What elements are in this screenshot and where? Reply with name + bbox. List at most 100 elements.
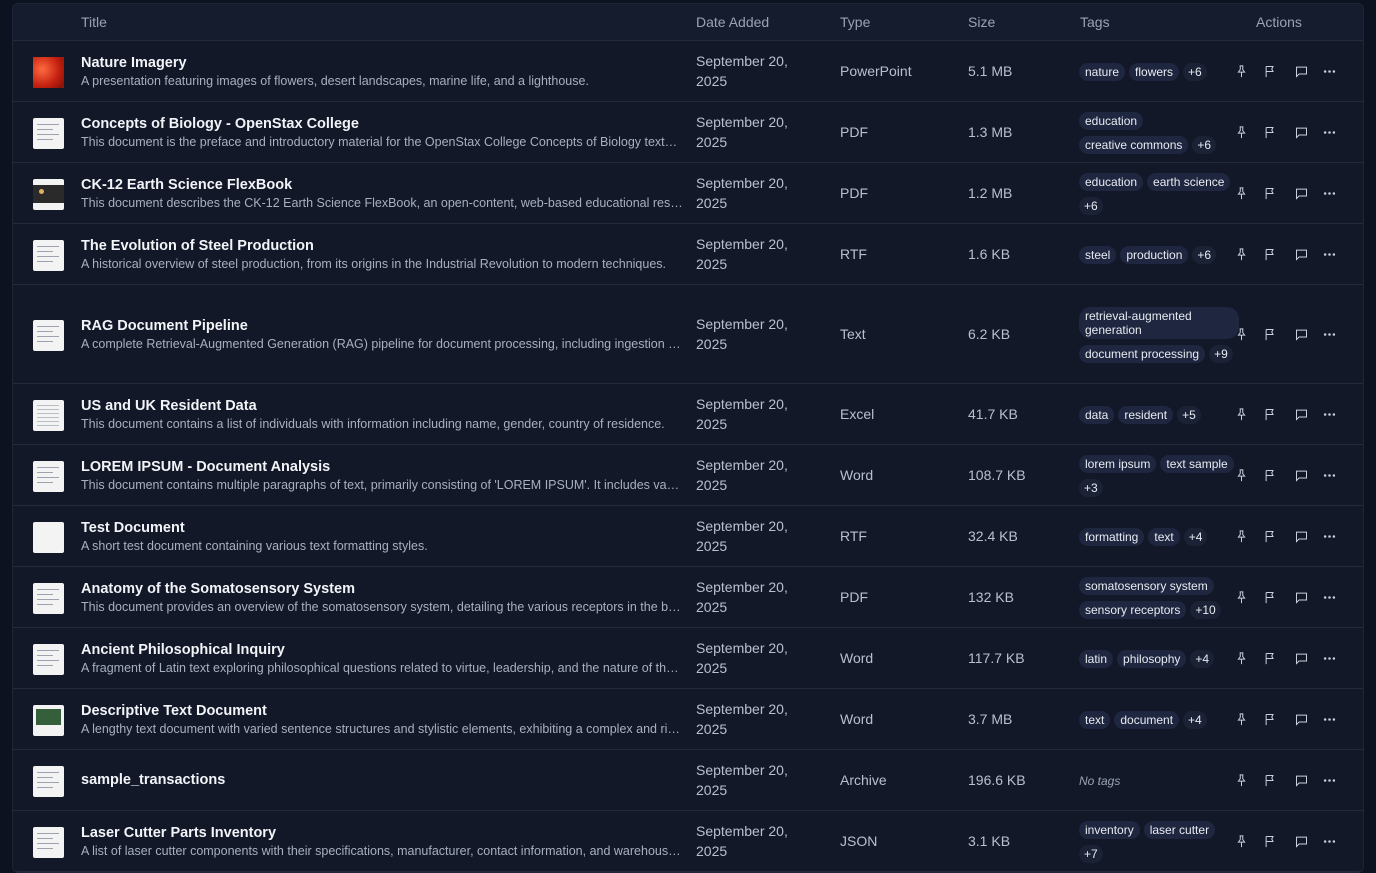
tag-chip[interactable]: somatosensory system (1079, 576, 1214, 595)
table-row[interactable]: Ancient Philosophical Inquiry A fragment … (13, 628, 1363, 689)
tag-chip[interactable]: text (1079, 710, 1111, 729)
comment-icon[interactable] (1291, 527, 1311, 547)
comment-icon[interactable] (1291, 245, 1311, 265)
document-title[interactable]: Laser Cutter Parts Inventory (81, 825, 683, 841)
more-tags-badge[interactable]: +4 (1183, 710, 1207, 729)
table-row[interactable]: US and UK Resident Data This document con… (13, 384, 1363, 445)
document-title[interactable]: Ancient Philosophical Inquiry (81, 642, 683, 658)
table-row[interactable]: RAG Document Pipeline A complete Retrieva… (13, 285, 1363, 384)
more-tags-badge[interactable]: +10 (1190, 600, 1221, 619)
more-tags-badge[interactable]: +6 (1192, 245, 1217, 264)
tag-chip[interactable]: earth science (1147, 172, 1231, 191)
comment-icon[interactable] (1291, 123, 1311, 143)
flag-icon[interactable] (1260, 710, 1280, 730)
pin-icon[interactable] (1231, 62, 1251, 82)
document-title[interactable]: CK-12 Earth Science FlexBook (81, 177, 683, 193)
flag-icon[interactable] (1260, 123, 1280, 143)
tag-chip[interactable]: document (1114, 710, 1180, 729)
flag-icon[interactable] (1260, 245, 1280, 265)
tag-chip[interactable]: inventory (1079, 820, 1140, 839)
comment-icon[interactable] (1291, 771, 1311, 791)
document-title[interactable]: RAG Document Pipeline (81, 318, 683, 334)
more-options-icon[interactable] (1319, 527, 1339, 547)
pin-icon[interactable] (1231, 245, 1251, 265)
pin-icon[interactable] (1231, 123, 1251, 143)
comment-icon[interactable] (1291, 62, 1311, 82)
document-title[interactable]: Test Document (81, 520, 683, 536)
more-tags-badge[interactable]: +5 (1177, 405, 1201, 424)
tag-chip[interactable]: resident (1118, 405, 1174, 424)
more-options-icon[interactable] (1319, 245, 1339, 265)
more-tags-badge[interactable]: +6 (1192, 135, 1217, 154)
more-tags-badge[interactable]: +4 (1190, 649, 1215, 668)
more-tags-badge[interactable]: +6 (1079, 196, 1103, 215)
tag-chip[interactable]: education (1079, 111, 1144, 130)
flag-icon[interactable] (1260, 184, 1280, 204)
flag-icon[interactable] (1260, 527, 1280, 547)
tag-chip[interactable]: philosophy (1117, 649, 1187, 668)
pin-icon[interactable] (1231, 466, 1251, 486)
document-title[interactable]: US and UK Resident Data (81, 398, 683, 414)
comment-icon[interactable] (1291, 184, 1311, 204)
header-title[interactable]: Title (81, 14, 107, 30)
tag-chip[interactable]: lorem ipsum (1079, 454, 1157, 473)
pin-icon[interactable] (1231, 184, 1251, 204)
more-options-icon[interactable] (1319, 62, 1339, 82)
document-title[interactable]: Nature Imagery (81, 55, 683, 71)
table-row[interactable]: Anatomy of the Somatosensory System This … (13, 567, 1363, 628)
tag-chip[interactable]: flowers (1129, 62, 1180, 81)
more-tags-badge[interactable]: +3 (1079, 478, 1103, 497)
tag-chip[interactable]: latin (1079, 649, 1114, 668)
comment-icon[interactable] (1291, 832, 1311, 852)
more-tags-badge[interactable]: +9 (1209, 344, 1233, 363)
pin-icon[interactable] (1231, 405, 1251, 425)
document-title[interactable]: Concepts of Biology - OpenStax College (81, 116, 683, 132)
table-row[interactable]: LOREM IPSUM - Document Analysis This docu… (13, 445, 1363, 506)
tag-chip[interactable]: data (1079, 405, 1115, 424)
more-options-icon[interactable] (1319, 771, 1339, 791)
more-tags-badge[interactable]: +4 (1183, 527, 1208, 546)
comment-icon[interactable] (1291, 649, 1311, 669)
tag-chip[interactable]: formatting (1079, 527, 1145, 546)
table-row[interactable]: CK-12 Earth Science FlexBook This documen… (13, 163, 1363, 224)
comment-icon[interactable] (1291, 466, 1311, 486)
pin-icon[interactable] (1231, 649, 1251, 669)
comment-icon[interactable] (1291, 710, 1311, 730)
flag-icon[interactable] (1260, 771, 1280, 791)
document-title[interactable]: Descriptive Text Document (81, 703, 683, 719)
tag-chip[interactable]: retrieval-augmented generation (1079, 306, 1239, 339)
more-tags-badge[interactable]: +6 (1183, 62, 1207, 81)
comment-icon[interactable] (1291, 325, 1311, 345)
tag-chip[interactable]: production (1120, 245, 1189, 264)
tag-chip[interactable]: creative commons (1079, 135, 1189, 154)
pin-icon[interactable] (1231, 588, 1251, 608)
more-options-icon[interactable] (1319, 588, 1339, 608)
pin-icon[interactable] (1231, 527, 1251, 547)
pin-icon[interactable] (1231, 832, 1251, 852)
more-options-icon[interactable] (1319, 649, 1339, 669)
tag-chip[interactable]: text (1148, 527, 1180, 546)
table-row[interactable]: sample_transactions September 20, 2025 Arch… (13, 750, 1363, 811)
more-options-icon[interactable] (1319, 710, 1339, 730)
table-row[interactable]: Concepts of Biology - OpenStax College Th… (13, 102, 1363, 163)
more-options-icon[interactable] (1319, 184, 1339, 204)
table-row[interactable]: Laser Cutter Parts Inventory A list of la… (13, 811, 1363, 872)
document-title[interactable]: sample_transactions (81, 772, 683, 788)
table-row[interactable]: Descriptive Text Document A lengthy text … (13, 689, 1363, 750)
tag-chip[interactable]: document processing (1079, 344, 1206, 363)
header-type[interactable]: Type (840, 14, 870, 30)
table-row[interactable]: Nature Imagery A presentation featuring i… (13, 41, 1363, 102)
pin-icon[interactable] (1231, 710, 1251, 730)
tag-chip[interactable]: sensory receptors (1079, 600, 1187, 619)
table-row[interactable]: The Evolution of Steel Production A histo… (13, 224, 1363, 285)
tag-chip[interactable]: text sample (1160, 454, 1234, 473)
comment-icon[interactable] (1291, 405, 1311, 425)
document-title[interactable]: The Evolution of Steel Production (81, 238, 683, 254)
flag-icon[interactable] (1260, 649, 1280, 669)
flag-icon[interactable] (1260, 588, 1280, 608)
document-title[interactable]: LOREM IPSUM - Document Analysis (81, 459, 683, 475)
pin-icon[interactable] (1231, 325, 1251, 345)
flag-icon[interactable] (1260, 405, 1280, 425)
more-options-icon[interactable] (1319, 405, 1339, 425)
tag-chip[interactable]: nature (1079, 62, 1126, 81)
